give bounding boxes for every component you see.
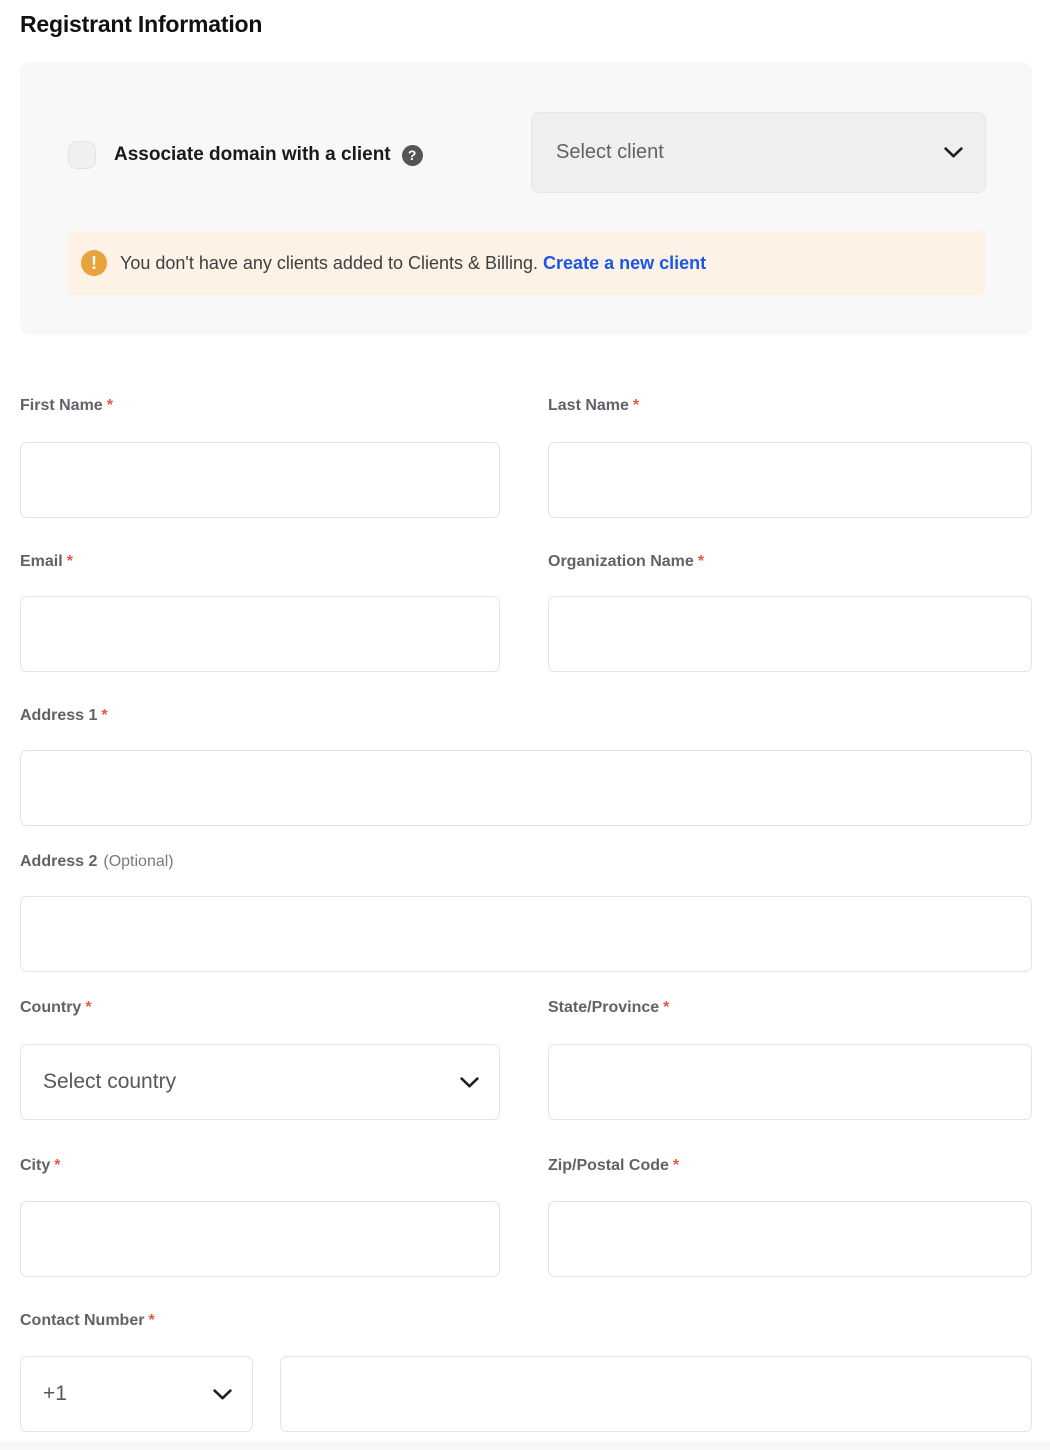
state-province-input[interactable] xyxy=(548,1044,1032,1120)
client-association-card: Associate domain with a client ? Select … xyxy=(20,62,1032,335)
organization-name-input[interactable] xyxy=(548,596,1032,672)
chevron-down-icon xyxy=(944,147,963,158)
address1-label: Address 1* xyxy=(20,707,108,725)
address2-input[interactable] xyxy=(20,896,1032,972)
zip-postal-code-label: Zip/Postal Code* xyxy=(548,1157,679,1175)
email-required-marker: * xyxy=(67,553,73,570)
address2-label: Address 2 (Optional) xyxy=(20,853,174,871)
state-province-required-marker: * xyxy=(663,999,669,1016)
associate-domain-row[interactable]: Associate domain with a client ? xyxy=(68,135,423,175)
organization-name-required-marker: * xyxy=(698,553,704,570)
last-name-required-marker: * xyxy=(633,397,639,414)
contact-number-label-text: Contact Number xyxy=(20,1312,144,1329)
contact-number-input[interactable] xyxy=(280,1356,1032,1432)
no-clients-notice: ! You don't have any clients added to Cl… xyxy=(68,231,986,295)
help-circle-icon[interactable]: ? xyxy=(402,145,423,166)
country-label: Country* xyxy=(20,999,92,1017)
country-select[interactable]: Select country xyxy=(20,1044,500,1120)
email-label-text: Email xyxy=(20,553,63,570)
address2-optional-marker: (Optional) xyxy=(103,853,173,870)
chevron-down-icon xyxy=(213,1389,232,1400)
associate-domain-label: Associate domain with a client xyxy=(114,144,391,166)
organization-name-label: Organization Name* xyxy=(548,553,704,571)
email-label: Email* xyxy=(20,553,73,571)
associate-domain-checkbox[interactable] xyxy=(68,141,96,169)
no-clients-notice-text: You don't have any clients added to Clie… xyxy=(120,253,538,274)
address2-label-text: Address 2 xyxy=(20,853,97,870)
page-title: Registrant Information xyxy=(20,11,262,38)
dial-code-select[interactable]: +1 xyxy=(20,1356,253,1432)
last-name-label: Last Name* xyxy=(548,397,639,415)
city-input[interactable] xyxy=(20,1201,500,1277)
contact-number-label: Contact Number* xyxy=(20,1312,155,1330)
first-name-label-text: First Name xyxy=(20,397,103,414)
alert-circle-icon: ! xyxy=(81,250,107,276)
country-required-marker: * xyxy=(85,999,91,1016)
first-name-input[interactable] xyxy=(20,442,500,518)
address1-required-marker: * xyxy=(101,707,107,724)
state-province-label: State/Province* xyxy=(548,999,669,1017)
chevron-down-icon xyxy=(460,1077,479,1088)
create-new-client-link[interactable]: Create a new client xyxy=(543,253,706,274)
dial-code-select-value: +1 xyxy=(43,1382,213,1406)
address1-label-text: Address 1 xyxy=(20,707,97,724)
country-select-value: Select country xyxy=(43,1070,460,1094)
city-label: City* xyxy=(20,1157,60,1175)
first-name-required-marker: * xyxy=(107,397,113,414)
organization-name-label-text: Organization Name xyxy=(548,553,694,570)
email-input[interactable] xyxy=(20,596,500,672)
client-select[interactable]: Select client xyxy=(531,112,986,193)
zip-postal-code-label-text: Zip/Postal Code xyxy=(548,1157,669,1174)
address1-input[interactable] xyxy=(20,750,1032,826)
zip-postal-code-required-marker: * xyxy=(673,1157,679,1174)
country-label-text: Country xyxy=(20,999,81,1016)
first-name-label: First Name* xyxy=(20,397,113,415)
city-required-marker: * xyxy=(54,1157,60,1174)
state-province-label-text: State/Province xyxy=(548,999,659,1016)
last-name-label-text: Last Name xyxy=(548,397,629,414)
next-section-strip xyxy=(0,1441,1050,1450)
registrant-information-page: Registrant Information Associate domain … xyxy=(0,0,1050,1450)
contact-number-required-marker: * xyxy=(148,1312,154,1329)
zip-postal-code-input[interactable] xyxy=(548,1201,1032,1277)
city-label-text: City xyxy=(20,1157,50,1174)
client-select-value: Select client xyxy=(556,141,944,164)
last-name-input[interactable] xyxy=(548,442,1032,518)
